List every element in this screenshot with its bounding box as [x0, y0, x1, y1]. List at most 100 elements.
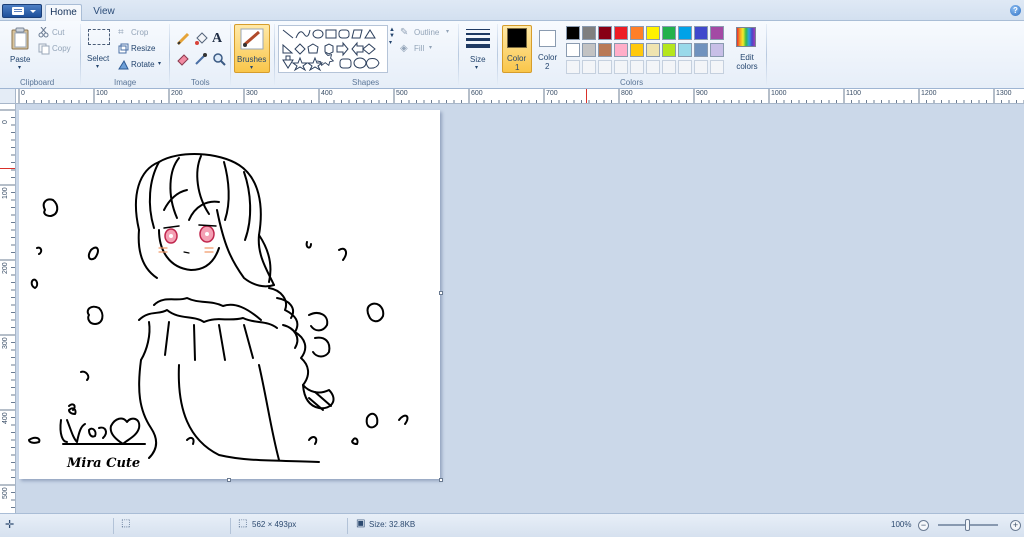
palette-swatch[interactable]: [566, 26, 580, 40]
custom-color-slot[interactable]: [598, 60, 612, 74]
chevron-down-icon: ▾: [446, 29, 450, 35]
custom-color-slot[interactable]: [630, 60, 644, 74]
palette-swatch[interactable]: [694, 43, 708, 57]
pencil-icon[interactable]: [176, 32, 190, 46]
palette-swatch[interactable]: [646, 43, 660, 57]
cut-button[interactable]: Cut: [38, 27, 72, 39]
paste-button[interactable]: Paste ▾: [6, 25, 34, 73]
palette-swatch[interactable]: [598, 26, 612, 40]
status-separator: [230, 518, 231, 534]
palette-swatch[interactable]: [582, 26, 596, 40]
ruler-label: 0: [21, 90, 25, 97]
canvas-size-icon: ⬚: [238, 518, 248, 529]
ruler-label: 200: [171, 90, 183, 97]
rotate-label: Rotate: [131, 60, 155, 69]
zoom-slider-thumb[interactable]: [965, 519, 970, 531]
help-icon[interactable]: ?: [1010, 5, 1021, 16]
eraser-icon[interactable]: [176, 52, 190, 66]
document-icon: [12, 7, 24, 15]
fill-bucket-icon[interactable]: [194, 32, 208, 46]
custom-color-slot[interactable]: [694, 60, 708, 74]
palette-swatch[interactable]: [646, 26, 660, 40]
palette-swatch[interactable]: [614, 26, 628, 40]
outline-icon: ✎: [400, 27, 409, 38]
palette-swatch[interactable]: [614, 43, 628, 57]
ribbon-separator: [274, 24, 275, 86]
shapes-gallery[interactable]: [278, 25, 388, 73]
ribbon-separator: [80, 24, 81, 86]
ribbon-separator: [766, 24, 767, 86]
outline-label: Outline: [414, 28, 440, 37]
horizontal-ruler: 0 100 200 300 400 500 600 700 800 900 1000 1100 1200…: [16, 89, 1024, 104]
palette-swatch[interactable]: [598, 43, 612, 57]
ruler-label: 1200: [921, 90, 937, 97]
selection-size-icon: ⬚: [121, 518, 131, 529]
zoom-in-button[interactable]: +: [1010, 520, 1021, 531]
resize-button[interactable]: Resize: [118, 43, 158, 55]
resize-label: Resize: [131, 44, 156, 53]
image-group-label: Image: [114, 78, 137, 87]
custom-color-slot[interactable]: [566, 60, 580, 74]
ruler-label: 100: [96, 90, 108, 97]
custom-color-slot[interactable]: [710, 60, 724, 74]
palette-swatch[interactable]: [678, 26, 692, 40]
custom-color-slot[interactable]: [678, 60, 692, 74]
ruler-cursor-marker: [0, 168, 15, 169]
canvas-resize-handle-right[interactable]: [439, 291, 443, 295]
ruler-label: 300: [2, 337, 9, 349]
fill-button[interactable]: ◈ Fill ▾: [400, 43, 440, 55]
palette-swatch[interactable]: [694, 26, 708, 40]
magnifier-icon[interactable]: [212, 52, 226, 66]
size-button[interactable]: Size ▾: [462, 25, 494, 73]
color-2-button[interactable]: Color 2: [535, 25, 563, 73]
palette-swatch[interactable]: [710, 26, 724, 40]
shapes-group-label: Shapes: [352, 78, 380, 87]
brushes-label: Brushes: [237, 55, 267, 64]
palette-swatch[interactable]: [662, 43, 676, 57]
rotate-icon: [118, 59, 129, 70]
palette-swatch[interactable]: [710, 43, 724, 57]
ribbon: Paste ▾ Cut Copy Clipboard Select ▾ ⌗ Cr…: [0, 21, 1024, 89]
color-picker-icon[interactable]: [194, 52, 208, 66]
palette-swatch[interactable]: [678, 43, 692, 57]
palette-swatch[interactable]: [662, 26, 676, 40]
drawing-canvas[interactable]: Mira Cute: [19, 110, 440, 479]
status-bar: ✛ ⬚ ⬚ 562 × 493px ▣ Size: 32.8KB 100% − …: [0, 513, 1024, 537]
shapes-scroll-icon[interactable]: ▲ ▼ ▾: [389, 27, 395, 46]
status-separator: [347, 518, 348, 534]
palette-swatch[interactable]: [582, 43, 596, 57]
custom-color-slot[interactable]: [614, 60, 628, 74]
edit-colors-button[interactable]: Edit colors: [730, 25, 762, 73]
tab-home[interactable]: Home: [45, 4, 82, 22]
select-button[interactable]: Select ▾: [85, 25, 113, 73]
ruler-label: 300: [246, 90, 258, 97]
zoom-out-button[interactable]: −: [918, 520, 929, 531]
ribbon-tab-bar: Home View ?: [0, 0, 1024, 22]
color-1-button[interactable]: Color 1: [502, 25, 532, 73]
crop-button[interactable]: ⌗ Crop: [118, 27, 154, 39]
colors-group-label: Colors: [620, 78, 644, 87]
crop-icon: ⌗: [118, 27, 124, 38]
selection-icon: [88, 29, 110, 45]
canvas-dimensions: 562 × 493px: [252, 520, 297, 529]
cut-label: Cut: [52, 28, 65, 37]
outline-button[interactable]: ✎ Outline ▾: [400, 27, 456, 39]
rotate-button[interactable]: Rotate ▾: [118, 59, 166, 71]
canvas-resize-handle-bottom[interactable]: [227, 478, 231, 482]
ruler-label: 500: [396, 90, 408, 97]
chevron-down-icon: ▾: [158, 61, 162, 67]
palette-swatch[interactable]: [630, 26, 644, 40]
text-tool-icon[interactable]: A: [212, 31, 222, 47]
canvas-resize-handle-corner[interactable]: [439, 478, 443, 482]
palette-swatch[interactable]: [630, 43, 644, 57]
tab-view[interactable]: View: [88, 4, 120, 21]
girl-drawing: [28, 153, 409, 463]
custom-color-slot[interactable]: [662, 60, 676, 74]
custom-color-slot[interactable]: [582, 60, 596, 74]
paint-menu-button[interactable]: [2, 4, 42, 18]
palette-swatch[interactable]: [566, 43, 580, 57]
fill-icon: ◈: [400, 43, 408, 54]
brushes-button[interactable]: Brushes ▾: [234, 24, 270, 73]
custom-color-slot[interactable]: [646, 60, 660, 74]
copy-button[interactable]: Copy: [38, 43, 74, 55]
